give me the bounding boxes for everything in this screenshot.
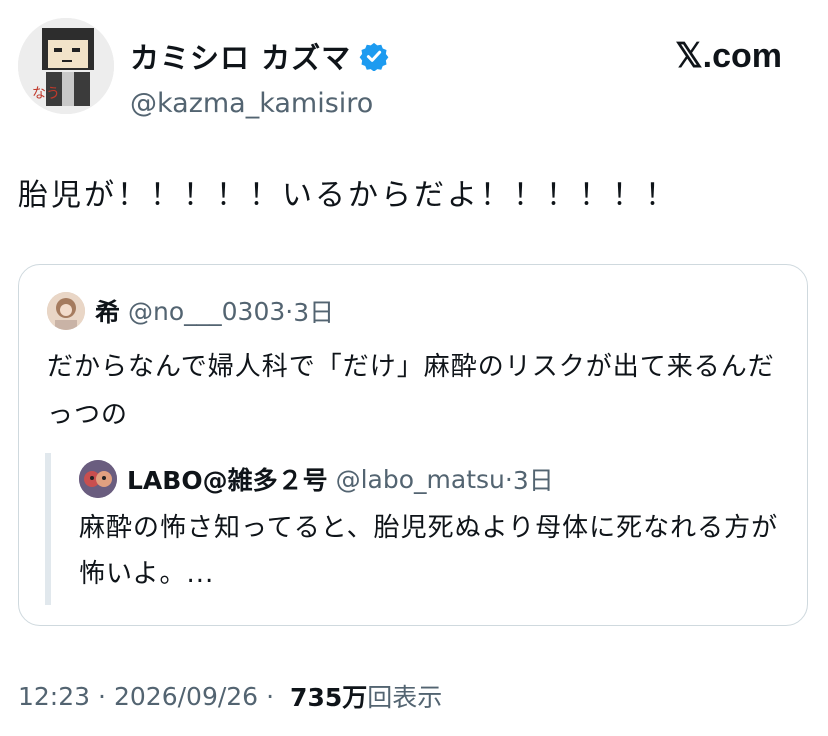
nested-author-handle[interactable]: @labo_matsu [336, 465, 505, 494]
quote-time[interactable]: 3日 [293, 293, 334, 329]
quote-author-handle[interactable]: @no___0303 [128, 297, 285, 326]
nested-time[interactable]: 3日 [513, 461, 554, 497]
nested-quote[interactable]: LABO@雑多２号 @labo_matsu · 3日 麻酔の怖さ知ってると、胎児… [45, 453, 791, 605]
nested-separator: · [504, 464, 513, 494]
nested-author-name[interactable]: LABO@雑多２号 [127, 461, 328, 497]
x-logo: 𝕏.com [675, 37, 782, 75]
author-name-row[interactable]: カミシロ カズマ [130, 36, 389, 76]
verified-badge-icon [359, 42, 389, 71]
views-count: 735万 [290, 683, 368, 712]
post-time[interactable]: 12:23 [18, 682, 90, 711]
quote-avatar-illustration [47, 292, 85, 330]
avatar-illustration: なう [18, 18, 114, 114]
tweet-footer: 12:23 · 2026/09/26 · 735万 回表示 [18, 676, 442, 716]
nested-avatar-illustration [79, 460, 117, 498]
author-handle[interactable]: @kazma_kamisiro [130, 88, 373, 119]
svg-text:なう: なう [32, 86, 60, 102]
views-label: 回表示 [367, 683, 443, 712]
quote-separator: · [285, 296, 294, 326]
quote-author-avatar [47, 292, 85, 330]
nested-quote-text: 麻酔の怖さ知ってると、胎児死ぬより母体に死なれる方が怖いよ。... [79, 513, 779, 589]
quote-text: だからなんで婦人科で「だけ」麻酔のリスクが出て来るんだっつの [47, 352, 775, 430]
author-avatar[interactable]: なう [18, 18, 114, 114]
nested-author-avatar [79, 460, 117, 498]
nested-quote-header: LABO@雑多２号 @labo_matsu · 3日 [79, 459, 554, 499]
quote-tweet-card[interactable]: 希 @no___0303 · 3日 だからなんで婦人科で「だけ」麻酔のリスクが出… [18, 264, 808, 626]
quote-header: 希 @no___0303 · 3日 [47, 291, 334, 331]
tweet-text: 胎児が！！！！！いるからだよ！！！！！！ [18, 178, 678, 213]
footer-separator-2: · [266, 681, 275, 711]
footer-separator-1: · [98, 681, 106, 711]
author-name[interactable]: カミシロ カズマ [130, 35, 351, 77]
tweet-header: なう カミシロ カズマ @kazma_kamisiro 𝕏.com [18, 18, 810, 119]
post-date[interactable]: 2026/09/26 [114, 682, 258, 711]
quote-author-name[interactable]: 希 [95, 293, 120, 329]
